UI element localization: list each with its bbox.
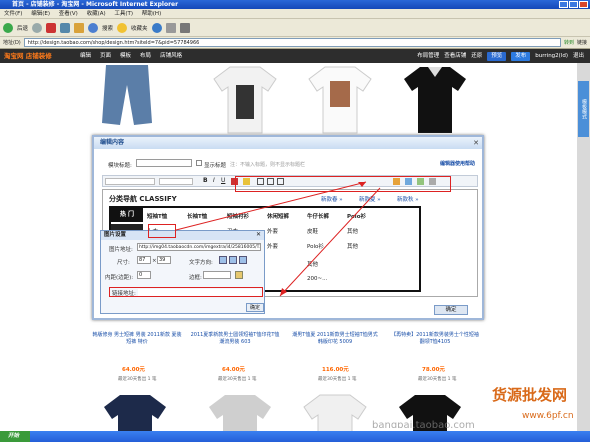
show-title-checkbox[interactable] xyxy=(196,160,202,166)
back-icon[interactable] xyxy=(3,22,13,33)
minimize-button[interactable] xyxy=(559,1,568,8)
browser-toolbar: 后退 搜索 收藏夹 xyxy=(0,19,590,37)
nav-style[interactable]: 店铺风格 xyxy=(160,49,182,63)
link-url-label: 链接地址: xyxy=(112,291,136,297)
product-image-tshirt-4[interactable] xyxy=(205,391,275,433)
address-label: 地址(D) xyxy=(3,40,21,46)
user-name: burring2(ld) xyxy=(535,53,568,59)
product-sales-3: 最近30天售出 1 笔 xyxy=(318,377,357,382)
history-icon[interactable] xyxy=(151,22,162,33)
layout-manage-link[interactable]: 布局管理 xyxy=(417,49,439,63)
module-title-input[interactable] xyxy=(136,159,192,167)
module-title-label: 模块标题: xyxy=(108,163,132,169)
product-image-polo[interactable] xyxy=(400,63,470,135)
section-title: 分类导航 CLASSIFY xyxy=(109,195,177,203)
product-image-tshirt-5[interactable] xyxy=(300,391,370,433)
size-label: 尺寸: xyxy=(117,260,130,266)
maximize-button[interactable] xyxy=(569,1,578,8)
print-icon[interactable] xyxy=(179,22,190,33)
address-bar: 地址(D) http://design.taobao.com/shop/desi… xyxy=(0,37,590,49)
windows-taskbar: 开始 xyxy=(0,431,590,442)
go-button[interactable]: 转到 xyxy=(564,39,574,46)
menu-file[interactable]: 文件(F) xyxy=(4,11,22,17)
search-label[interactable]: 搜索 xyxy=(102,24,113,32)
nav-layout[interactable]: 布局 xyxy=(140,49,151,63)
address-input[interactable]: http://design.taobao.com/shop/design.htm… xyxy=(23,38,561,47)
menu-help[interactable]: 帮助(H) xyxy=(142,11,161,17)
watermark-shop: bangpai.taobao.com xyxy=(372,420,475,428)
close-button[interactable] xyxy=(579,1,588,8)
dialog-title: 编辑内容 xyxy=(94,137,482,149)
window-title: 首页 - 店铺装修 - 淘宝网 - Microsoft Internet Exp… xyxy=(12,1,179,8)
logout-link[interactable]: 退出 xyxy=(573,49,584,63)
design-nav: 编辑 页面 模板 布局 店铺风格 xyxy=(80,49,182,63)
forward-icon[interactable] xyxy=(32,22,43,33)
restore-link[interactable]: 还原 xyxy=(471,49,482,63)
nav-page[interactable]: 页面 xyxy=(100,49,111,63)
taobao-logo: 淘宝网 店铺装修 xyxy=(4,52,52,60)
width-input[interactable]: 87 xyxy=(137,256,151,264)
favorites-label[interactable]: 收藏夹 xyxy=(131,24,148,32)
hot-cell[interactable]: 热 门 xyxy=(111,208,143,222)
cat-short-tee[interactable]: 短袖T恤 xyxy=(147,212,167,220)
margin-label: 内距(边距): xyxy=(105,275,134,281)
product-image-tshirt-3[interactable] xyxy=(100,391,170,433)
show-title-label: 显示标题 xyxy=(204,163,227,169)
margin-input[interactable]: 0 xyxy=(137,271,151,279)
product-image-shorts[interactable] xyxy=(92,63,162,135)
star-icon[interactable] xyxy=(117,22,128,33)
stop-icon[interactable] xyxy=(46,22,57,33)
annotation-arrows xyxy=(175,181,381,297)
product-price-4: 78.00元 xyxy=(422,367,445,373)
font-select[interactable] xyxy=(105,178,155,185)
product-sales-1: 最近30天售出 1 笔 xyxy=(118,377,157,382)
taobao-design-bar: 淘宝网 店铺装修 编辑 页面 模板 布局 店铺风格 布局管理 查看店铺 还原 预… xyxy=(0,49,590,63)
nav-edit[interactable]: 编辑 xyxy=(80,49,91,63)
menu-bar: 文件(F) 编辑(E) 查看(V) 收藏(A) 工具(T) 帮助(H) xyxy=(0,9,590,19)
dialog-close-icon[interactable]: ✕ xyxy=(473,139,479,147)
watermark-logo: 货源批发网 www.6pf.cn bangpai.taobao.com xyxy=(372,386,574,428)
product-title-2[interactable]: 2011夏季新款男士圆领短袖T恤印花T恤 潮流男装 603 xyxy=(190,331,280,345)
menu-tools[interactable]: 工具(T) xyxy=(114,11,133,17)
view-shop-link[interactable]: 查看店铺 xyxy=(444,49,466,63)
dialog-confirm-button[interactable]: 确定 xyxy=(434,305,468,315)
design-actions: 布局管理 查看店铺 还原 预览 发布 burring2(ld) 退出 xyxy=(417,49,584,63)
product-title-4[interactable]: 【再特卖】2011新款男装男士个性短袖翻领T恤4105 xyxy=(390,331,480,345)
window-titlebar: 首页 - 店铺装修 - 淘宝网 - Microsoft Internet Exp… xyxy=(0,0,590,9)
watermark-brand: 货源批发网 xyxy=(492,386,567,404)
back-label[interactable]: 后退 xyxy=(17,24,28,32)
product-image-tshirt-1[interactable] xyxy=(210,63,280,135)
product-title-1[interactable]: 韩版修身 男士短裤 男装 2011新款 夏装短裤 特价 xyxy=(92,331,182,345)
height-input[interactable]: 39 xyxy=(157,256,171,264)
product-price-2: 64.00元 xyxy=(222,367,245,373)
menu-view[interactable]: 查看(V) xyxy=(59,11,78,17)
home-icon[interactable] xyxy=(74,22,85,33)
nav-template[interactable]: 模板 xyxy=(120,49,131,63)
preview-button[interactable]: 预览 xyxy=(487,51,507,61)
menu-favorites[interactable]: 收藏(A) xyxy=(87,11,106,17)
links-label[interactable]: 链接 xyxy=(577,39,587,46)
template-mode-tab[interactable]: 模板模式 xyxy=(578,81,589,137)
watermark-url: www.6pf.cn xyxy=(522,411,574,421)
mail-icon[interactable] xyxy=(165,22,176,33)
editor-help-link[interactable]: 编辑器使用帮助 xyxy=(440,160,475,167)
publish-button[interactable]: 发布 xyxy=(511,51,531,61)
product-price-3: 116.00元 xyxy=(322,367,349,373)
menu-edit[interactable]: 编辑(E) xyxy=(31,11,50,17)
product-image-tshirt-2[interactable] xyxy=(305,63,375,135)
search-icon[interactable] xyxy=(88,22,99,33)
title-hint: 注：不输入标题，则不显示标题栏 xyxy=(230,162,306,168)
image-url-label: 图片地址: xyxy=(109,247,133,253)
start-button[interactable]: 开始 xyxy=(0,431,30,442)
product-price-1: 64.00元 xyxy=(122,367,145,373)
product-sales-2: 最近30天售出 1 笔 xyxy=(218,377,257,382)
product-title-3[interactable]: 潮男T恤夏 2011新款男士短袖T恤男式 韩版印花 5009 xyxy=(290,331,380,345)
refresh-icon[interactable] xyxy=(60,22,71,33)
